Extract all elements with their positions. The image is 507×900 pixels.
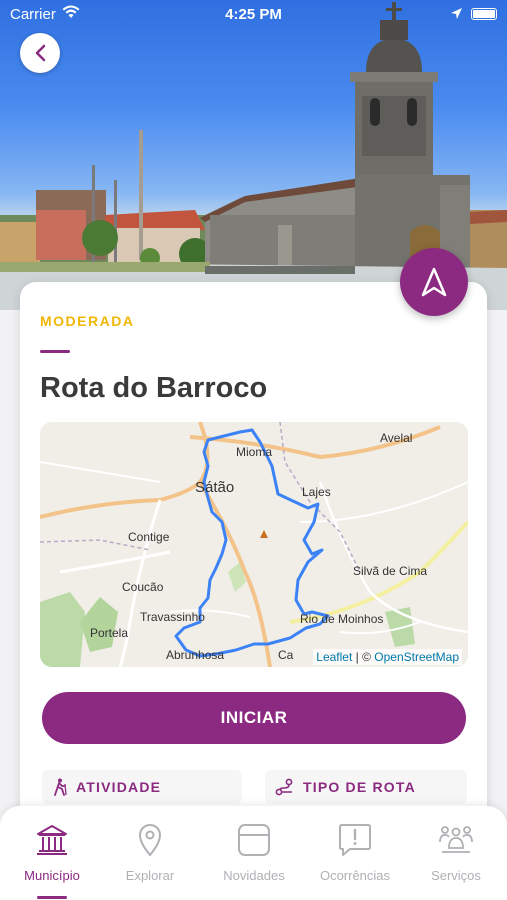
tab-label: Ocorrências	[319, 868, 391, 883]
navigate-button[interactable]	[400, 248, 468, 316]
map-place-label: Travassinho	[140, 610, 205, 624]
tab-ocorrencias[interactable]: Ocorrências	[305, 820, 405, 883]
route-title: Rota do Barroco	[40, 372, 268, 404]
municipality-building-icon	[37, 825, 67, 855]
tab-municipio[interactable]: Município	[2, 820, 102, 883]
status-bar: Carrier 4:25 PM	[0, 0, 507, 30]
map-place-label: Mioma	[236, 445, 273, 459]
tab-bar: Município Explorar Novidades Ocorrências…	[0, 806, 507, 900]
map-place-label: Silvã de Cima	[353, 564, 428, 578]
map-place-label: Sátão	[195, 479, 235, 496]
map-place-label: Avelal	[380, 431, 413, 445]
map-place-label: Lajes	[302, 485, 331, 499]
tab-label: Explorar	[125, 868, 175, 883]
navigation-arrow-icon	[421, 267, 447, 297]
hiking-icon	[54, 778, 67, 796]
activity-label: ATIVIDADE	[76, 779, 162, 795]
map-place-label: Abrunhosa	[166, 648, 225, 662]
route-type-chip[interactable]: TIPO DE ROTA	[265, 770, 467, 804]
tab-label: Novidades	[223, 868, 285, 883]
map-place-label: Rio de Moinhos	[300, 612, 384, 626]
osm-link[interactable]: OpenStreetMap	[374, 650, 459, 664]
location-arrow-icon	[450, 7, 463, 24]
tab-explorar[interactable]: Explorar	[100, 820, 200, 883]
accent-divider	[40, 350, 70, 353]
services-people-icon	[439, 826, 473, 853]
map-attribution: Leaflet | © OpenStreetMap	[313, 649, 462, 665]
route-type-label: TIPO DE ROTA	[303, 779, 416, 795]
map-place-label: Ca	[278, 648, 294, 662]
start-button[interactable]: INICIAR	[42, 692, 466, 744]
chevron-left-icon	[35, 44, 46, 62]
active-tab-indicator	[37, 896, 67, 899]
map-place-label: Contige	[128, 530, 170, 544]
map-place-label: Portela	[90, 626, 129, 640]
tab-servicos[interactable]: Serviços	[406, 820, 506, 883]
route-map[interactable]: Avelal Mioma Sátão Lajes Contige Silvã d…	[40, 422, 468, 667]
alert-message-icon	[339, 824, 371, 856]
attribution-separator: | ©	[352, 650, 375, 664]
tab-label: Município	[24, 868, 80, 883]
leaflet-link[interactable]: Leaflet	[316, 650, 352, 664]
difficulty-label: MODERADA	[40, 313, 135, 329]
clock: 4:25 PM	[225, 6, 282, 23]
activity-chip[interactable]: ATIVIDADE	[42, 770, 242, 804]
back-button[interactable]	[20, 33, 60, 73]
map-place-label: Coucão	[122, 580, 164, 594]
map-pin-icon	[138, 824, 162, 857]
route-type-icon	[275, 778, 293, 796]
tab-novidades[interactable]: Novidades	[204, 820, 304, 883]
battery-icon	[471, 8, 497, 20]
tab-label: Serviços	[431, 868, 481, 883]
news-card-icon	[238, 824, 270, 856]
